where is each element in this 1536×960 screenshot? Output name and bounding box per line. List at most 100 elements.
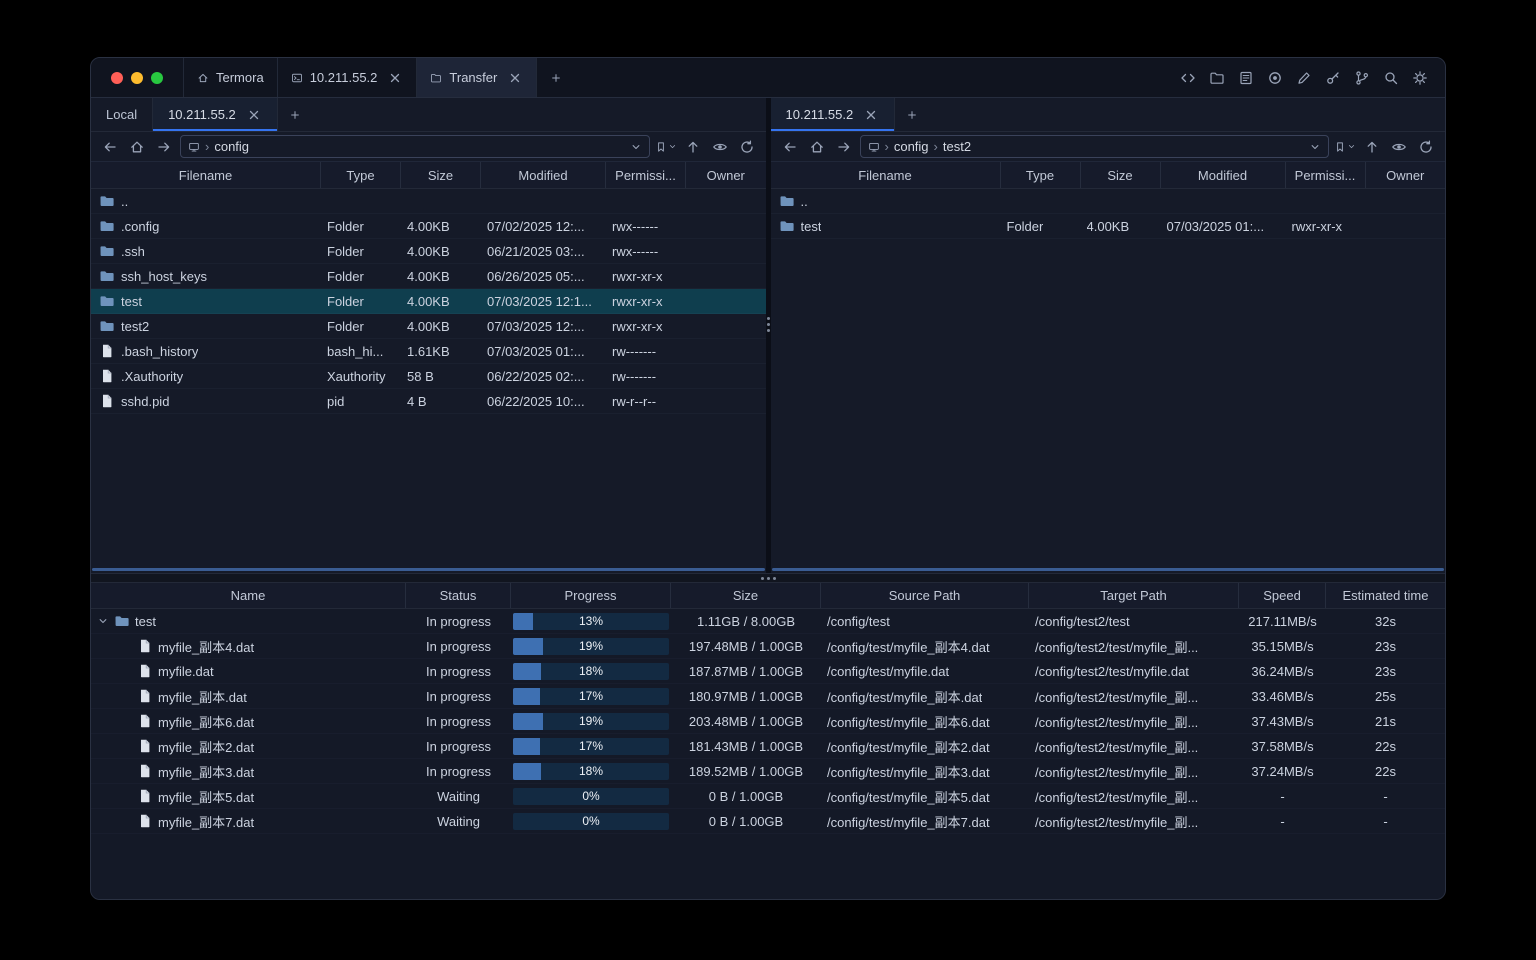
column-header-source-path[interactable]: Source Path [821,583,1029,608]
column-header-owner[interactable]: Owner [686,162,766,188]
close-window-button[interactable] [111,71,123,84]
zoom-window-button[interactable] [151,71,163,84]
close-icon[interactable] [387,70,403,86]
splitter-handle[interactable] [760,576,776,580]
column-header-owner[interactable]: Owner [1366,162,1446,188]
transfer-row[interactable]: myfile_副本3.dat In progress 18% 189.52MB / 1… [91,759,1445,784]
bookmark-button[interactable] [1334,136,1356,158]
close-icon[interactable] [246,107,262,123]
status-cell: In progress [406,759,511,783]
file-row[interactable]: .. [91,189,766,214]
modified-cell-text: 06/22/2025 02:... [487,368,585,384]
file-row[interactable]: .. [770,189,1445,214]
transfer-row[interactable]: test In progress 13% 1.11GB / 8.00GB/config… [91,609,1445,634]
column-header-filename[interactable]: Filename [91,162,321,188]
folder-icon [779,193,795,209]
settings-button[interactable] [1411,69,1429,87]
minimize-window-button[interactable] [131,71,143,84]
column-header-name[interactable]: Name [91,583,406,608]
right-new-tab-button[interactable] [895,98,929,131]
scrollbar-thumb[interactable] [92,567,765,571]
tab-remote-10-211-55-2[interactable]: 10.211.55.2 [153,98,278,131]
up-directory-button[interactable] [682,136,704,158]
up-directory-button[interactable] [1361,136,1383,158]
tab-termora[interactable]: Termora [183,58,278,97]
transfer-row[interactable]: myfile.dat In progress 18% 187.87MB / 1.00G… [91,659,1445,684]
close-icon[interactable] [507,70,523,86]
breadcrumb-segment[interactable]: config [214,139,249,154]
column-header-size[interactable]: Size [671,583,821,608]
modified-cell: 06/21/2025 03:... [481,239,606,263]
file-row[interactable]: .config Folder 4.00KB 07/02/2025 12:... rwx-… [91,214,766,239]
type-cell: bash_hi... [321,339,401,363]
tab-remote-10-211-55-2[interactable]: 10.211.55.2 [770,98,896,131]
column-header-progress[interactable]: Progress [511,583,671,608]
left-path-bar[interactable]: › config [180,135,650,158]
branch-button[interactable] [1353,69,1371,87]
refresh-button[interactable] [736,136,758,158]
column-header-type[interactable]: Type [321,162,401,188]
back-button[interactable] [99,136,121,158]
file-row[interactable]: .bash_history bash_hi... 1.61KB 07/03/2025 … [91,339,766,364]
breadcrumb-segment[interactable]: test2 [943,139,971,154]
chevron-down-icon[interactable] [1309,141,1321,153]
bookmark-button[interactable] [655,136,677,158]
home-button[interactable] [126,136,148,158]
transfer-row[interactable]: myfile_副本.dat In progress 17% 180.97MB / 1.… [91,684,1445,709]
file-row[interactable]: .ssh Folder 4.00KB 06/21/2025 03:... rwx----… [91,239,766,264]
right-path-bar[interactable]: › config › test2 [859,135,1329,158]
show-hidden-button[interactable] [1388,136,1410,158]
refresh-button[interactable] [1415,136,1437,158]
show-hidden-button[interactable] [709,136,731,158]
column-header-size[interactable]: Size [401,162,481,188]
column-header-permissions[interactable]: Permissi... [606,162,686,188]
transfer-row[interactable]: myfile_副本4.dat In progress 19% 197.48MB / 1… [91,634,1445,659]
left-panel-tabbar: Local 10.211.55.2 [91,98,766,132]
column-header-permissions[interactable]: Permissi... [1286,162,1366,188]
home-button[interactable] [806,136,828,158]
transfer-row[interactable]: myfile_副本5.dat Waiting 0% 0 B / 1.00GB/conf… [91,784,1445,809]
scrollbar-thumb[interactable] [771,567,1444,571]
column-header-estimated-time[interactable]: Estimated time [1326,583,1445,608]
column-header-modified[interactable]: Modified [1161,162,1286,188]
breadcrumb-segment[interactable]: config [894,139,929,154]
file-row[interactable]: ssh_host_keys Folder 4.00KB 06/26/2025 05:.… [91,264,766,289]
transfer-row[interactable]: myfile_副本6.dat In progress 19% 203.48MB / 1… [91,709,1445,734]
folder-button[interactable] [1208,69,1226,87]
record-button[interactable] [1266,69,1284,87]
transfer-row[interactable]: myfile_副本2.dat In progress 17% 181.43MB / 1… [91,734,1445,759]
back-button[interactable] [779,136,801,158]
tab-local[interactable]: Local [91,98,154,131]
left-new-tab-button[interactable] [278,98,312,131]
file-row[interactable]: test2 Folder 4.00KB 07/03/2025 12:... rwxr-x… [91,314,766,339]
column-header-type[interactable]: Type [1001,162,1081,188]
column-header-status[interactable]: Status [406,583,511,608]
column-header-filename[interactable]: Filename [771,162,1001,188]
column-header-size[interactable]: Size [1081,162,1161,188]
forward-button[interactable] [153,136,175,158]
file-row[interactable]: test Folder 4.00KB 07/03/2025 01:... rwxr-xr… [770,214,1445,239]
tab-transfer[interactable]: Transfer [417,58,538,97]
expand-chevron-icon[interactable] [97,615,109,627]
tab-host-terminal[interactable]: 10.211.55.2 [278,58,418,97]
log-button[interactable] [1237,69,1255,87]
code-button[interactable] [1179,69,1197,87]
transfer-name-cell: myfile_副本6.dat [91,709,406,733]
horizontal-splitter[interactable] [91,573,1445,583]
vertical-splitter[interactable] [765,98,771,573]
key-button[interactable] [1324,69,1342,87]
search-button[interactable] [1382,69,1400,87]
column-header-speed[interactable]: Speed [1239,583,1326,608]
forward-button[interactable] [833,136,855,158]
column-header-modified[interactable]: Modified [481,162,606,188]
transfer-row[interactable]: myfile_副本7.dat Waiting 0% 0 B / 1.00GB/conf… [91,809,1445,834]
column-header-target-path[interactable]: Target Path [1029,583,1239,608]
file-row[interactable]: test Folder 4.00KB 07/03/2025 12:1... rwxr-x… [91,289,766,314]
close-icon[interactable] [863,107,879,123]
splitter-handle[interactable] [766,316,770,332]
file-row[interactable]: .Xauthority Xauthority 58 B 06/22/2025 02:.… [91,364,766,389]
file-row[interactable]: sshd.pid pid 4 B 06/22/2025 10:... rw-r--r-- [91,389,766,414]
edit-button[interactable] [1295,69,1313,87]
chevron-down-icon[interactable] [630,141,642,153]
new-tab-button[interactable] [537,58,575,97]
